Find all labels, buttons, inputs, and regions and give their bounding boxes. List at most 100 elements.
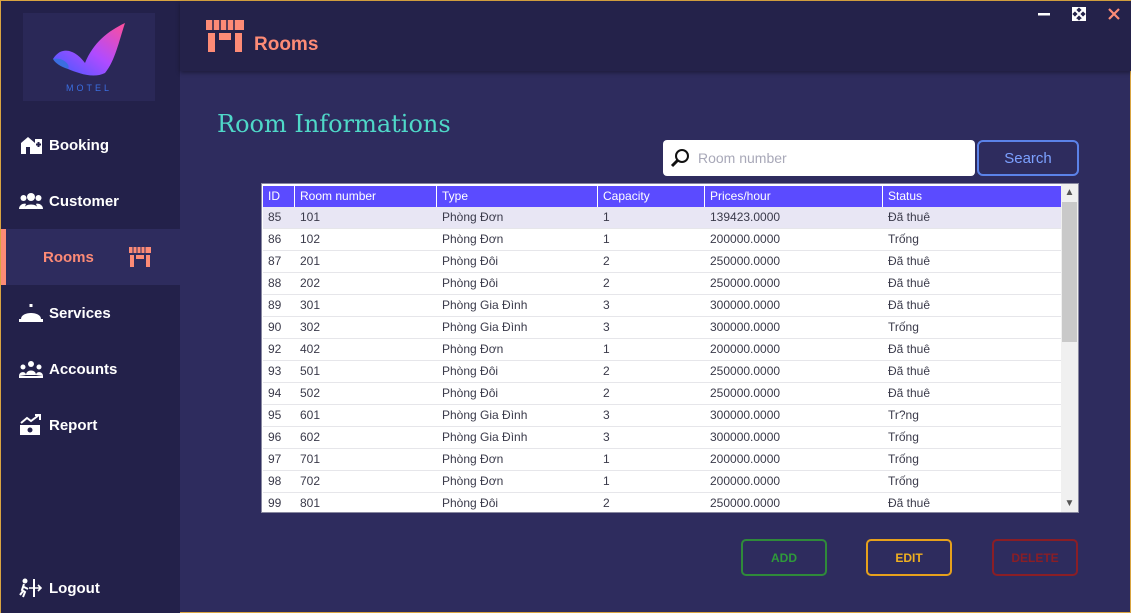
minimize-button[interactable] xyxy=(1035,5,1053,23)
table-cell: 300000.0000 xyxy=(710,298,781,312)
table-cell: Phòng Đôi xyxy=(442,364,499,378)
table-row[interactable]: 97 701 Phòng Đơn 1 200000.0000 Trống xyxy=(263,449,1063,471)
edit-button[interactable]: EDIT xyxy=(866,539,952,576)
table-cell: 1 xyxy=(603,232,610,246)
table-row[interactable]: 94 502 Phòng Đôi 2 250000.0000 Đã thuê xyxy=(263,383,1063,405)
store-icon xyxy=(205,19,245,53)
column-header[interactable]: Status xyxy=(883,186,1063,207)
table-cell: Phòng Đơn xyxy=(442,232,504,246)
table-cell: 502 xyxy=(300,386,321,400)
table-cell: 200000.0000 xyxy=(710,452,781,466)
table-cell: 3 xyxy=(603,430,610,444)
column-header[interactable]: Capacity xyxy=(598,186,705,207)
table-cell: 3 xyxy=(603,298,610,312)
column-header[interactable]: Room number xyxy=(295,186,437,207)
bell-icon xyxy=(18,302,44,324)
table-row[interactable]: 93 501 Phòng Đôi 2 250000.0000 Đã thuê xyxy=(263,361,1063,383)
rooms-table[interactable]: ID Room number Type Capacity Prices/hour… xyxy=(261,183,1079,513)
column-header[interactable]: Prices/hour xyxy=(705,186,883,207)
table-cell: 300000.0000 xyxy=(710,320,781,334)
table-row[interactable]: 86 102 Phòng Đơn 1 200000.0000 Trống xyxy=(263,229,1063,251)
table-cell: Phòng Đơn xyxy=(442,210,504,224)
table-cell: 701 xyxy=(300,452,321,466)
table-cell: Phòng Đôi xyxy=(442,254,499,268)
table-cell: 96 xyxy=(268,430,282,444)
sidebar-item-accounts[interactable]: Accounts xyxy=(1,341,180,397)
sidebar-item-label: Customer xyxy=(49,192,120,210)
sidebar-item-customer[interactable]: Customer xyxy=(1,173,180,229)
search-input[interactable] xyxy=(698,150,968,166)
page-title: Rooms xyxy=(254,34,319,55)
table-cell: 86 xyxy=(268,232,282,246)
table-cell: 139423.0000 xyxy=(710,210,781,224)
column-header[interactable]: ID xyxy=(263,186,295,207)
table-cell: 3 xyxy=(603,320,610,334)
sidebar: MOTEL Booking Customer Rooms Services Ac… xyxy=(1,1,180,613)
table-cell: 99 xyxy=(268,496,282,510)
scroll-up-icon[interactable]: ▲ xyxy=(1061,184,1078,201)
table-row[interactable]: 90 302 Phòng Gia Đình 3 300000.0000 Trống xyxy=(263,317,1063,339)
table-row[interactable]: 98 702 Phòng Đơn 1 200000.0000 Trống xyxy=(263,471,1063,493)
table-cell: 90 xyxy=(268,320,282,334)
table-cell: 98 xyxy=(268,474,282,488)
table-cell: 102 xyxy=(300,232,321,246)
table-row[interactable]: 89 301 Phòng Gia Đình 3 300000.0000 Đã thuê xyxy=(263,295,1063,317)
search-icon xyxy=(670,147,692,169)
table-cell: 250000.0000 xyxy=(710,364,781,378)
table-row[interactable]: 88 202 Phòng Đôi 2 250000.0000 Đã thuê xyxy=(263,273,1063,295)
search-button[interactable]: Search xyxy=(977,140,1079,176)
table-cell: 402 xyxy=(300,342,321,356)
maximize-icon xyxy=(1072,7,1086,21)
table-cell: Phòng Đôi xyxy=(442,276,499,290)
table-row[interactable]: 96 602 Phòng Gia Đình 3 300000.0000 Trống xyxy=(263,427,1063,449)
close-button[interactable] xyxy=(1105,5,1123,23)
table-cell: Phòng Đơn xyxy=(442,342,504,356)
sidebar-item-services[interactable]: Services xyxy=(1,285,180,341)
table-cell: Đã thuê xyxy=(888,364,931,378)
maximize-button[interactable] xyxy=(1070,5,1088,23)
table-cell: 501 xyxy=(300,364,321,378)
table-row[interactable]: 99 801 Phòng Đôi 2 250000.0000 Đã thuê xyxy=(263,493,1063,512)
logo-text: MOTEL xyxy=(65,83,112,93)
table-cell: 92 xyxy=(268,342,282,356)
table-cell: Đã thuê xyxy=(888,342,931,356)
logo: MOTEL xyxy=(23,13,155,101)
table-cell: Đã thuê xyxy=(888,496,931,510)
sidebar-item-label: Booking xyxy=(49,136,109,154)
table-cell: Đã thuê xyxy=(888,276,931,290)
table-row[interactable]: 95 601 Phòng Gia Đình 3 300000.0000 Tr?ng xyxy=(263,405,1063,427)
table-cell: 88 xyxy=(268,276,282,290)
table-cell: 1 xyxy=(603,210,610,224)
table-cell: 202 xyxy=(300,276,321,290)
search-box xyxy=(663,140,975,176)
hotel-icon xyxy=(18,134,44,156)
logout-button[interactable]: Logout xyxy=(1,560,180,613)
table-cell: 87 xyxy=(268,254,282,268)
app-window: MOTEL Booking Customer Rooms Services Ac… xyxy=(0,0,1131,613)
table-cell: 101 xyxy=(300,210,321,224)
table-cell: Đã thuê xyxy=(888,210,931,224)
table-row[interactable]: 87 201 Phòng Đôi 2 250000.0000 Đã thuê xyxy=(263,251,1063,273)
table-cell: 1 xyxy=(603,342,610,356)
table-body: 85 101 Phòng Đơn 1 139423.0000 Đã thuê 86 102 Ph… xyxy=(262,207,1078,512)
sidebar-item-rooms[interactable]: Rooms xyxy=(1,229,180,285)
table-cell: 2 xyxy=(603,364,610,378)
scroll-down-icon[interactable]: ▼ xyxy=(1061,495,1078,512)
add-button[interactable]: ADD xyxy=(741,539,827,576)
table-row[interactable]: 85 101 Phòng Đơn 1 139423.0000 Đã thuê xyxy=(263,207,1063,229)
vertical-scrollbar[interactable]: ▲ ▼ xyxy=(1061,184,1078,512)
column-header[interactable]: Type xyxy=(437,186,598,207)
table-cell: Phòng Gia Đình xyxy=(442,408,528,422)
table-cell: 1 xyxy=(603,474,610,488)
table-cell: Phòng Đôi xyxy=(442,386,499,400)
table-row[interactable]: 92 402 Phòng Đơn 1 200000.0000 Đã thuê xyxy=(263,339,1063,361)
scrollbar-thumb[interactable] xyxy=(1062,202,1077,342)
table-cell: 201 xyxy=(300,254,321,268)
sidebar-item-booking[interactable]: Booking xyxy=(1,117,180,173)
table-cell: 250000.0000 xyxy=(710,496,781,510)
delete-button[interactable]: DELETE xyxy=(992,539,1078,576)
table-cell: Phòng Gia Đình xyxy=(442,298,528,312)
sidebar-item-report[interactable]: Report xyxy=(1,397,180,453)
table-cell: 250000.0000 xyxy=(710,386,781,400)
table-cell: 3 xyxy=(603,408,610,422)
